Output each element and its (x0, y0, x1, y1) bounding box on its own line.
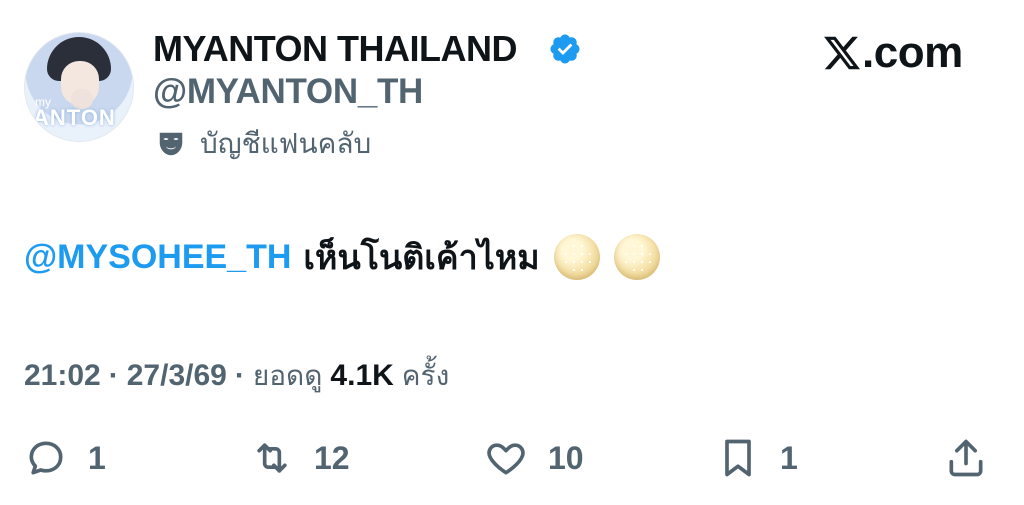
tweet-body: @MYSOHEE_TH เห็นโนติเค้าไหม (24, 230, 660, 284)
repost-icon (257, 443, 287, 473)
x-domain-text: .com (862, 28, 963, 77)
views-unit: ครั้ง (401, 359, 450, 392)
face-with-bubbles-emoji-icon (553, 234, 600, 280)
avatar[interactable]: my ANTON (24, 32, 134, 142)
verified-badge-icon (550, 34, 580, 64)
bookmark-count: 1 (780, 439, 798, 476)
meta-separator: · (108, 359, 119, 392)
x-logo: .com (822, 28, 963, 78)
meta-separator: · (234, 359, 245, 392)
x-brand-icon (824, 36, 861, 70)
share-button[interactable] (944, 436, 988, 480)
avatar-watermark: ANTON (33, 105, 116, 130)
bookmark-icon (725, 439, 751, 477)
repost-button[interactable]: 12 (250, 436, 350, 480)
fan-account-badge: บัญชีแฟนคลับ (156, 122, 371, 166)
fan-account-label: บัญชีแฟนคลับ (200, 127, 372, 160)
tweet-meta: 21:02 · 27/3/69 · ยอดดู 4.1K ครั้ง (24, 354, 449, 398)
user-handle[interactable]: @MYANTON_TH (153, 72, 423, 112)
like-count: 10 (548, 439, 584, 476)
share-icon (949, 439, 983, 477)
like-button[interactable]: 10 (484, 436, 584, 480)
views-count[interactable]: 4.1K (330, 359, 393, 393)
bookmark-button[interactable]: 1 (716, 436, 798, 480)
theater-mask-icon (159, 132, 183, 156)
tweet-text: เห็นโนติเค้าไหม (303, 238, 540, 278)
tweet-date[interactable]: 27/3/69 (127, 359, 227, 393)
mention-link[interactable]: @MYSOHEE_TH (24, 238, 291, 277)
reply-icon (29, 441, 63, 475)
reply-count: 1 (88, 439, 106, 476)
tweet-time[interactable]: 21:02 (24, 359, 101, 393)
repost-count: 12 (314, 439, 350, 476)
reply-button[interactable]: 1 (24, 436, 106, 480)
display-name[interactable]: MYANTON THAILAND (153, 28, 518, 70)
action-bar: 1 12 10 1 (0, 436, 1024, 484)
heart-icon (487, 443, 525, 475)
views-label: ยอดดู (252, 359, 323, 392)
face-with-bubbles-emoji-icon (613, 234, 660, 280)
